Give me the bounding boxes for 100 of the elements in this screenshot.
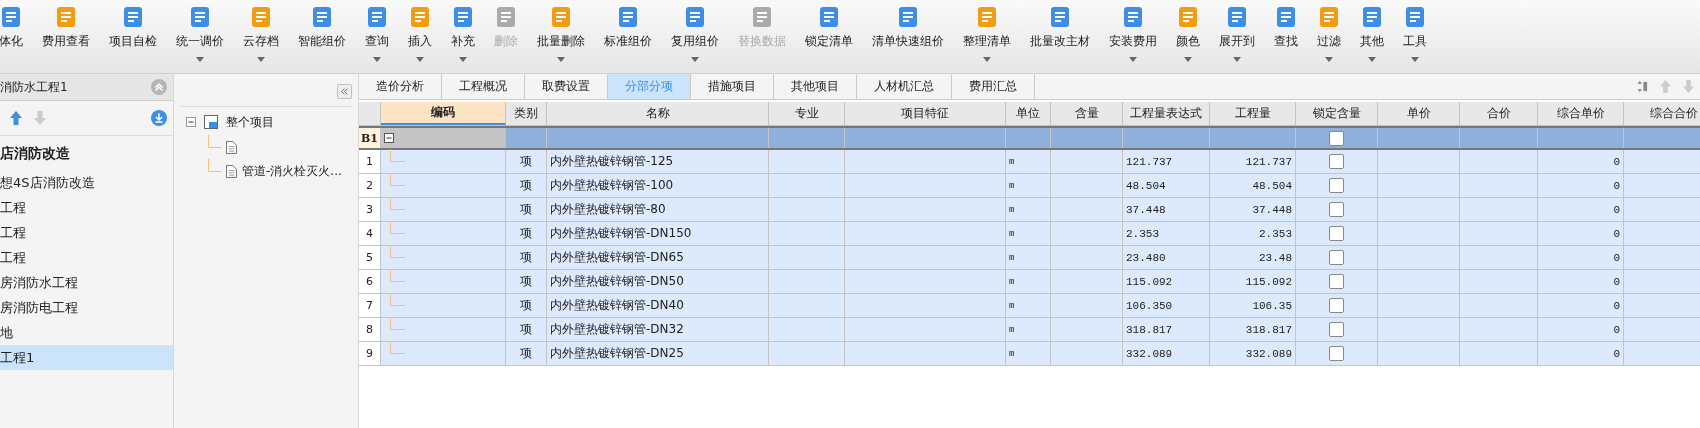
checkbox[interactable] [1329,274,1344,289]
column-header[interactable]: 编码 [381,102,506,125]
toolbar-button[interactable]: 其他 [1355,0,1389,62]
table-cell: 332.089 [1123,342,1210,365]
toolbar-button[interactable]: 整理清单 [958,0,1016,62]
table-cell: 项 [506,270,547,293]
row-number: 4 [359,222,381,245]
table-cell: 121.737 [1123,150,1210,173]
collapse-panel-icon[interactable] [337,83,352,99]
checkbox[interactable] [1329,154,1344,169]
toolbar-button[interactable]: 工具 [1398,0,1432,62]
table-cell: 内外壁热镀锌钢管-80 [547,198,769,221]
toolbar-button[interactable]: 安装费用 [1104,0,1162,62]
table-cell: 115.092 [1123,270,1210,293]
arrow-up-icon[interactable] [10,111,22,125]
row-number: 1 [359,150,381,173]
column-header[interactable]: 单价 [1378,102,1460,125]
table-cell: 0 [1538,150,1624,173]
collapse-icon[interactable] [151,79,167,95]
project-item[interactable]: 工程1 [0,345,173,370]
toolbar-button[interactable]: 复用组价 [666,0,724,62]
checkbox[interactable] [1329,250,1344,265]
document-icon [1225,5,1249,29]
column-header[interactable]: 合价 [1460,102,1538,125]
table-cell: 37.448 [1210,198,1296,221]
project-item[interactable]: 工程 [0,245,173,270]
column-header[interactable]: 综合单价 [1538,102,1624,125]
row-number: 7 [359,294,381,317]
column-header[interactable]: 工程量表达式 [1123,102,1210,125]
project-item[interactable]: 工程 [0,220,173,245]
project-item[interactable]: 房消防电工程 [0,295,173,320]
toolbar-button[interactable]: 云存档 [238,0,284,62]
table-cell: 121.737 [1210,150,1296,173]
document-icon [54,5,78,29]
table-cell: 2.353 [1210,222,1296,245]
row-number: 2 [359,174,381,197]
checkbox[interactable] [1329,202,1344,217]
toolbar-button[interactable]: 批量删除 [532,0,590,62]
project-item[interactable]: 房消防水工程 [0,270,173,295]
toolbar-button[interactable]: 费用查看 [37,0,95,62]
column-header[interactable]: 工程量 [1210,102,1296,125]
column-header[interactable]: 综合合价 [1624,102,1700,125]
toolbar-button[interactable]: 查找 [1269,0,1303,62]
project-item[interactable]: 店消防改造 [0,136,173,170]
row-number: 6 [359,270,381,293]
column-header[interactable]: 单位 [1006,102,1051,125]
document-icon [188,5,212,29]
table-cell: m [1006,342,1051,365]
toolbar-button[interactable]: 锁定清单 [800,0,858,62]
row-number: 9 [359,342,381,365]
table-cell: 0 [1538,342,1624,365]
table-cell: 115.092 [1210,270,1296,293]
checkbox[interactable] [1329,130,1344,146]
toolbar-button[interactable]: 清单快速组价 [867,0,949,62]
table-cell: 0 [1538,246,1624,269]
download-icon[interactable] [151,110,167,126]
table-cell: 0 [1538,198,1624,221]
checkbox[interactable] [1329,346,1344,361]
collapse-toggle-icon[interactable] [384,133,394,143]
column-header[interactable]: 含量 [1051,102,1123,125]
table-cell: 2.353 [1123,222,1210,245]
collapse-toggle-icon[interactable] [186,117,196,127]
table-cell: 内外壁热镀锌钢管-DN40 [547,294,769,317]
document-icon [494,5,518,29]
table-cell: 0 [1538,174,1624,197]
toolbar-button[interactable]: 补充 [446,0,480,62]
toolbar-button[interactable]: 插入 [403,0,437,62]
document-icon [975,5,999,29]
column-header[interactable]: 项目特征 [845,102,1006,125]
project-item[interactable]: 地 [0,320,173,345]
sort-icon[interactable] [1637,80,1648,93]
tree-item[interactable]: 管道-消火栓灭火... [242,162,342,180]
table-cell: 内外壁热镀锌钢管-DN65 [547,246,769,269]
document-icon [549,5,573,29]
checkbox[interactable] [1329,226,1344,241]
column-header[interactable]: 名称 [547,102,769,125]
toolbar-button[interactable]: 批量改主材 [1025,0,1095,62]
document-icon [1048,5,1072,29]
document-icon [1403,5,1427,29]
document-icon [226,164,237,178]
tree-item[interactable]: 整个项目 [226,113,274,131]
checkbox[interactable] [1329,298,1344,313]
toolbar-button[interactable]: 查询 [360,0,394,62]
toolbar-button[interactable]: 过滤 [1312,0,1346,62]
toolbar-button[interactable]: 标准组价 [599,0,657,62]
column-header[interactable]: 专业 [769,102,845,125]
table-cell: 318.817 [1123,318,1210,341]
checkbox[interactable] [1329,322,1344,337]
toolbar-button[interactable]: 项目自检 [104,0,162,62]
toolbar-button[interactable]: 智能组价 [293,0,351,62]
project-item[interactable]: 想4S店消防改造 [0,170,173,195]
document-icon [365,5,389,29]
project-item[interactable]: 工程 [0,195,173,220]
toolbar-button[interactable]: 展开到 [1214,0,1260,62]
toolbar-button[interactable]: 颜色 [1171,0,1205,62]
table-cell: 项 [506,222,547,245]
column-header[interactable]: 锁定含量 [1296,102,1378,125]
toolbar-button[interactable]: 统一调价 [171,0,229,62]
column-header[interactable]: 类别 [506,102,547,125]
checkbox[interactable] [1329,178,1344,193]
